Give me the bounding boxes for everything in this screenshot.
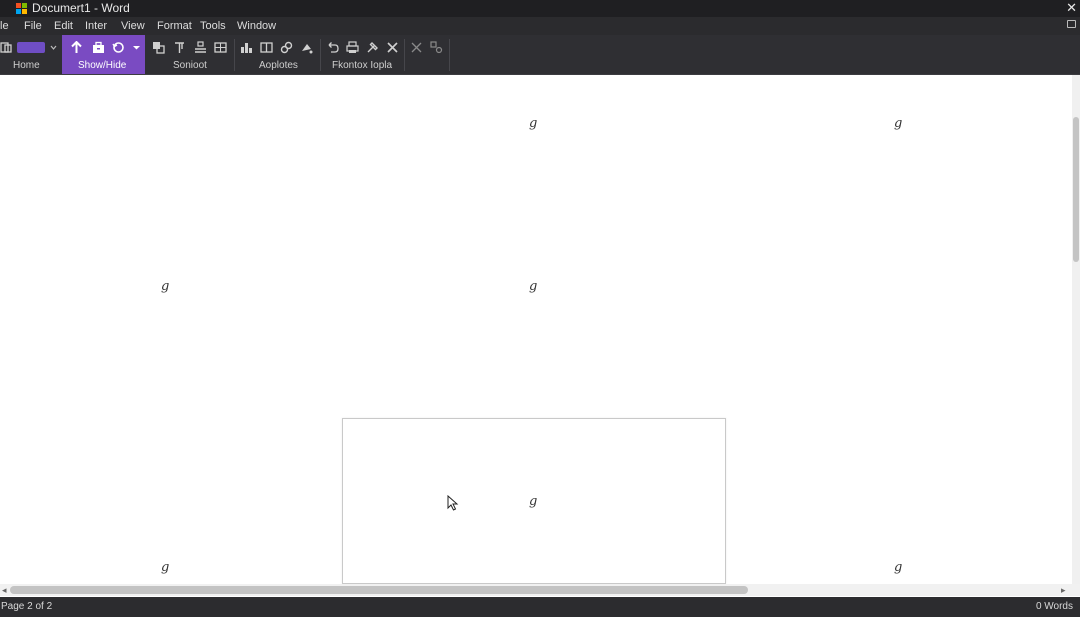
menu-item-edit[interactable]: Edit <box>54 20 73 32</box>
vertical-scrollbar[interactable] <box>1072 75 1080 584</box>
menu-item-format[interactable]: Format <box>157 20 192 32</box>
scroll-left-arrow-icon[interactable]: ◂ <box>2 584 7 596</box>
document-glyph: g <box>161 279 170 294</box>
ribbon-separator <box>404 39 405 71</box>
clear-x-icon[interactable] <box>410 41 423 54</box>
fill-color-icon[interactable] <box>300 41 313 54</box>
ribbon-separator <box>449 39 450 71</box>
paste-icon[interactable] <box>0 41 13 54</box>
title-bar: Documert1 - Word ✕ <box>0 0 1080 17</box>
menu-bar: le File Edit Inter View Format Tools Win… <box>0 17 1080 35</box>
menu-item-insert[interactable]: Inter <box>85 20 107 32</box>
undo-icon[interactable] <box>326 41 339 54</box>
refresh-icon[interactable] <box>112 41 125 54</box>
group-label-aoplotes: Aoplotes <box>259 60 298 71</box>
table-cell-icon[interactable] <box>214 41 227 54</box>
dropdown-arrow-icon[interactable] <box>130 41 143 54</box>
columns-icon[interactable] <box>260 41 273 54</box>
group-label-fkontox: Fkontox Iopla <box>332 60 393 71</box>
copy-format-icon[interactable] <box>152 41 165 54</box>
group-label-sonioot: Sonioot <box>173 60 207 71</box>
ribbon-separator <box>234 39 235 71</box>
arrow-up-icon[interactable] <box>70 41 83 54</box>
group-label-home: Home <box>13 60 40 71</box>
dropdown-arrow-icon[interactable] <box>47 41 60 54</box>
document-glyph: g <box>529 494 538 509</box>
word-count[interactable]: 0 Words <box>1036 601 1073 613</box>
group-label-show-hide: Show/Hide <box>78 60 127 71</box>
scroll-right-arrow-icon[interactable]: ▸ <box>1061 584 1066 596</box>
menu-item-partial[interactable]: le <box>0 20 9 32</box>
menu-item-tools[interactable]: Tools <box>200 20 226 32</box>
mouse-cursor-icon <box>447 494 459 511</box>
document-canvas[interactable]: g g g g g g g <box>0 75 1072 584</box>
chart-bars-icon[interactable] <box>240 41 253 54</box>
menu-item-file[interactable]: File <box>24 20 42 32</box>
horizontal-scrollbar[interactable]: ◂ ▸ <box>0 584 1080 596</box>
text-stack-icon[interactable] <box>194 41 207 54</box>
horizontal-scroll-thumb[interactable] <box>10 586 748 594</box>
document-glyph: g <box>161 560 170 575</box>
menu-item-window[interactable]: Window <box>237 20 276 32</box>
word-logo-icon <box>16 3 27 14</box>
document-glyph: g <box>529 116 538 131</box>
window-title: Documert1 - Word <box>32 1 130 15</box>
search-replace-icon[interactable] <box>430 41 443 54</box>
briefcase-icon[interactable] <box>92 41 105 54</box>
menu-item-view[interactable]: View <box>121 20 145 32</box>
ribbon-collapse-icon[interactable] <box>1067 20 1076 28</box>
ribbon: Home Show/Hide Sonioot Aoplotes Fkontox … <box>0 35 1080 75</box>
status-bar: Page 2 of 2 0 Words <box>0 597 1080 617</box>
style-swatch-button[interactable] <box>17 42 45 53</box>
print-icon[interactable] <box>346 41 359 54</box>
page-count[interactable]: Page 2 of 2 <box>1 601 52 613</box>
hammer-icon[interactable] <box>366 41 379 54</box>
ribbon-separator <box>320 39 321 71</box>
document-glyph: g <box>529 279 538 294</box>
document-glyph: g <box>894 116 903 131</box>
close-x-icon[interactable] <box>386 41 399 54</box>
document-glyph: g <box>894 560 903 575</box>
paragraph-mark-icon[interactable] <box>173 41 186 54</box>
close-window-button[interactable]: ✕ <box>1066 0 1077 16</box>
vertical-scroll-thumb[interactable] <box>1073 117 1079 262</box>
link-icon[interactable] <box>280 41 293 54</box>
